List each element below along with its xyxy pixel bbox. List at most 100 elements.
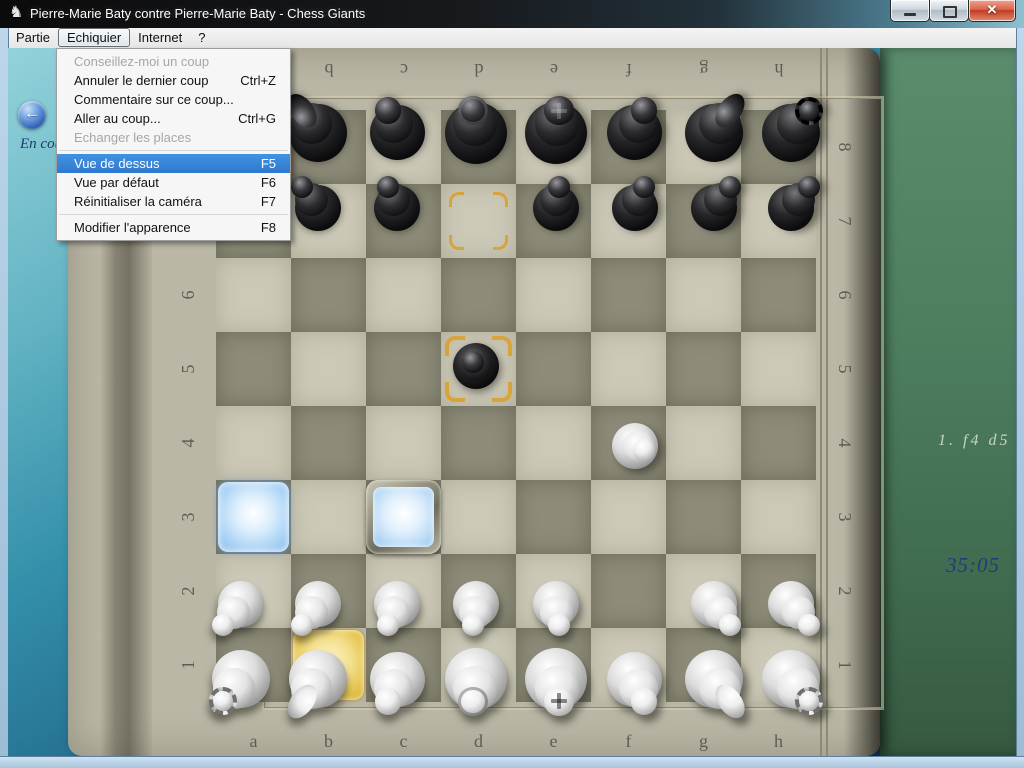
piece-black-bishop-f8[interactable] [607, 105, 662, 160]
square-f6[interactable] [591, 258, 666, 332]
menu-item-commentaire-sur-ce-coup[interactable]: Commentaire sur ce coup... [57, 90, 290, 109]
square-e4[interactable] [516, 406, 591, 480]
piece-white-rook-h1[interactable] [762, 650, 820, 708]
square-f3[interactable] [591, 480, 666, 554]
piece-black-knight-g8[interactable] [685, 104, 743, 162]
menu-item-réinitialiser-la-caméra[interactable]: Réinitialiser la caméraF7 [57, 192, 290, 211]
square-f2[interactable] [591, 554, 666, 628]
menu-item-label: Vue de dessus [74, 156, 160, 171]
menu-item-conseillez-moi-un-coup[interactable]: Conseillez-moi un coup [57, 52, 290, 71]
square-c4[interactable] [366, 406, 441, 480]
square-h4[interactable] [741, 406, 816, 480]
menu-item-echanger-les-places[interactable]: Echanger les places [57, 128, 290, 147]
piece-white-pawn-f4[interactable] [612, 423, 658, 469]
square-c6[interactable] [366, 258, 441, 332]
menubar-item-[interactable]: ? [190, 28, 213, 46]
square-d4[interactable] [441, 406, 516, 480]
title-bar[interactable]: ♞ Pierre-Marie Baty contre Pierre-Marie … [0, 0, 1024, 29]
cursor-glow [373, 487, 434, 547]
rank-label-right-2: 2 [834, 576, 856, 606]
piece-white-rook-a1[interactable] [212, 650, 270, 708]
piece-black-knight-b8[interactable] [289, 104, 347, 162]
menu-item-vue-par-défaut[interactable]: Vue par défautF6 [57, 173, 290, 192]
square-e3[interactable] [516, 480, 591, 554]
square-a6[interactable] [216, 258, 291, 332]
piece-white-pawn-e2[interactable] [533, 581, 579, 627]
square-b4[interactable] [291, 406, 366, 480]
piece-black-king-e8[interactable] [525, 102, 587, 164]
close-button[interactable]: ✕ [968, 0, 1016, 22]
file-label-bottom-d: d [464, 730, 494, 752]
piece-white-knight-b1[interactable] [289, 650, 347, 708]
square-e5[interactable] [516, 332, 591, 406]
minimize-button[interactable] [890, 0, 930, 22]
piece-black-pawn-b7[interactable] [295, 185, 341, 231]
piece-head [795, 97, 823, 125]
piece-black-pawn-d5[interactable] [453, 343, 499, 389]
piece-black-bishop-c8[interactable] [370, 105, 425, 160]
square-g6[interactable] [666, 258, 741, 332]
file-label-bottom-b: b [314, 730, 344, 752]
square-a4[interactable] [216, 406, 291, 480]
piece-white-bishop-f1[interactable] [607, 652, 662, 707]
menubar-item-internet[interactable]: Internet [130, 28, 190, 46]
menubar-item-echiquier[interactable]: Echiquier [58, 28, 130, 47]
piece-black-pawn-e7[interactable] [533, 185, 579, 231]
square-g5[interactable] [666, 332, 741, 406]
square-b5[interactable] [291, 332, 366, 406]
back-button[interactable]: ← [18, 101, 46, 129]
menu-item-aller-au-coup[interactable]: Aller au coup...Ctrl+G [57, 109, 290, 128]
menubar-item-partie[interactable]: Partie [8, 28, 58, 46]
piece-black-pawn-c7[interactable] [374, 185, 420, 231]
piece-white-pawn-h2[interactable] [768, 581, 814, 627]
square-h6[interactable] [741, 258, 816, 332]
piece-white-knight-g1[interactable] [685, 650, 743, 708]
square-h5[interactable] [741, 332, 816, 406]
maximize-button[interactable] [929, 0, 969, 22]
menu-item-vue-de-dessus[interactable]: Vue de dessusF5 [57, 154, 290, 173]
rank-label-right-8: 8 [834, 132, 856, 162]
piece-white-pawn-b2[interactable] [295, 581, 341, 627]
square-g4[interactable] [666, 406, 741, 480]
piece-black-rook-h8[interactable] [762, 104, 820, 162]
square-h3[interactable] [741, 480, 816, 554]
marker-last-from-d7 [441, 184, 516, 258]
rank-label-left-4: 4 [177, 428, 199, 458]
file-label-bottom-c: c [389, 730, 419, 752]
rank-label-left-3: 3 [177, 502, 199, 532]
piece-white-bishop-c1[interactable] [370, 652, 425, 707]
piece-head [462, 614, 484, 636]
piece-black-pawn-g7[interactable] [691, 185, 737, 231]
piece-head [377, 614, 399, 636]
piece-white-pawn-c2[interactable] [374, 581, 420, 627]
square-d6[interactable] [441, 258, 516, 332]
square-e6[interactable] [516, 258, 591, 332]
piece-black-pawn-f7[interactable] [612, 185, 658, 231]
square-a5[interactable] [216, 332, 291, 406]
rank-label-left-1: 1 [177, 650, 199, 680]
highlight-move-a3[interactable] [218, 482, 289, 552]
square-f5[interactable] [591, 332, 666, 406]
square-b6[interactable] [291, 258, 366, 332]
menu-item-annuler-le-dernier-coup[interactable]: Annuler le dernier coup Ctrl+Z [57, 71, 290, 90]
square-c5[interactable] [366, 332, 441, 406]
square-d3[interactable] [441, 480, 516, 554]
file-label-top-h: h [764, 59, 794, 81]
piece-white-pawn-a2[interactable] [218, 581, 264, 627]
rank-label-right-1: 1 [834, 650, 856, 680]
piece-black-pawn-h7[interactable] [768, 185, 814, 231]
piece-white-king-e1[interactable] [525, 648, 587, 710]
piece-white-pawn-g2[interactable] [691, 581, 737, 627]
menu-item-modifier-l-apparence[interactable]: Modifier l'apparenceF8 [57, 218, 290, 237]
highlight-cursor-c3[interactable] [366, 480, 441, 554]
piece-white-pawn-d2[interactable] [453, 581, 499, 627]
menu-item-shortcut: Ctrl+Z [240, 71, 276, 90]
piece-white-queen-d1[interactable] [445, 648, 507, 710]
rank-label-left-5: 5 [177, 354, 199, 384]
menu-separator [59, 150, 288, 151]
menu-item-label: Annuler le dernier coup [74, 73, 208, 88]
piece-black-queen-d8[interactable] [445, 102, 507, 164]
square-b3[interactable] [291, 480, 366, 554]
piece-head [377, 176, 399, 198]
square-g3[interactable] [666, 480, 741, 554]
